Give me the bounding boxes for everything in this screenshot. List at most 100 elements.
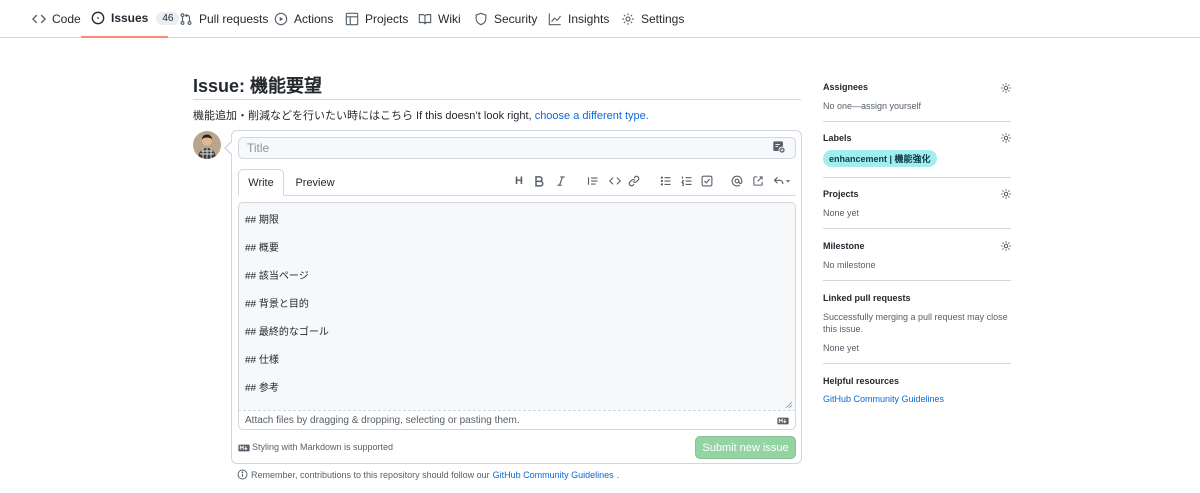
unordered-list-icon[interactable] xyxy=(659,174,673,188)
sidebar-divider xyxy=(823,363,1011,364)
shield-icon xyxy=(474,12,488,26)
play-icon xyxy=(274,12,288,26)
reply-icon[interactable] xyxy=(773,174,791,188)
helpful-resources-heading: Helpful resources xyxy=(823,376,900,386)
labels-gear-icon[interactable] xyxy=(1000,132,1012,144)
link-icon[interactable] xyxy=(627,174,641,188)
saved-replies-icon[interactable] xyxy=(772,140,786,154)
submit-new-issue-button[interactable]: Submit new issue xyxy=(695,436,796,459)
assignees-heading[interactable]: Assignees xyxy=(823,82,1011,92)
milestone-value: No milestone xyxy=(823,260,876,270)
milestone-gear-icon[interactable] xyxy=(1000,240,1012,252)
issue-opened-icon xyxy=(91,11,105,25)
avatar xyxy=(193,131,221,159)
sidebar-assignees: Assignees No one—assign yourself xyxy=(823,82,1011,112)
sidebar-linked-prs: Linked pull requests Successfully mergin… xyxy=(823,293,1011,354)
attach-files-text: Attach files by dragging & dropping, sel… xyxy=(245,415,520,426)
book-icon xyxy=(418,12,432,26)
sidebar-labels: Labels enhancement | 機能強化 xyxy=(823,133,1011,167)
graph-icon xyxy=(548,12,562,26)
tab-pull-requests[interactable]: Pull requests xyxy=(179,0,268,38)
tab-actions-label: Actions xyxy=(294,12,334,26)
sidebar-helpful-resources: Helpful resources GitHub Community Guide… xyxy=(823,376,1011,404)
attach-files-bar[interactable]: Attach files by dragging & dropping, sel… xyxy=(238,410,796,430)
linked-prs-heading: Linked pull requests xyxy=(823,293,911,303)
tab-projects[interactable]: Projects xyxy=(345,0,408,38)
reminder-text: Remember, contributions to this reposito… xyxy=(251,469,490,480)
sidebar-community-guidelines-link[interactable]: GitHub Community Guidelines xyxy=(823,394,1011,404)
tab-insights-label: Insights xyxy=(568,12,610,26)
italic-icon[interactable] xyxy=(554,174,568,188)
template-description: 機能追加・削減などを行いたい時にはこちら If this doesn’t loo… xyxy=(193,110,532,122)
linked-prs-description: Successfully merging a pull request may … xyxy=(823,312,1008,334)
mention-icon[interactable] xyxy=(730,174,744,188)
tab-settings[interactable]: Settings xyxy=(621,0,684,38)
tabs-divider xyxy=(238,195,796,196)
quote-icon[interactable] xyxy=(586,174,600,188)
sidebar-milestone: Milestone No milestone xyxy=(823,241,1011,271)
code-icon xyxy=(32,12,46,26)
projects-value: None yet xyxy=(823,208,860,218)
assignees-gear-icon[interactable] xyxy=(1000,82,1012,94)
body-line: ## 該当ページ xyxy=(245,271,309,282)
tab-preview[interactable]: Preview xyxy=(292,169,338,196)
tasklist-icon[interactable] xyxy=(700,174,714,188)
tab-write[interactable]: Write xyxy=(238,169,284,196)
issues-count-badge: 46 xyxy=(156,11,180,25)
gear-icon xyxy=(621,12,635,26)
tab-pull-requests-label: Pull requests xyxy=(199,12,269,26)
tab-actions[interactable]: Actions xyxy=(274,0,333,38)
bold-icon[interactable] xyxy=(532,174,546,188)
tab-projects-label: Projects xyxy=(365,12,409,26)
git-pull-request-icon xyxy=(179,12,193,26)
issue-title-input[interactable] xyxy=(238,137,796,159)
template-subtitle: 機能追加・削減などを行いたい時にはこちら If this doesn’t loo… xyxy=(193,107,649,123)
linked-prs-value: None yet xyxy=(823,343,860,353)
labels-heading[interactable]: Labels xyxy=(823,133,1011,143)
ordered-list-icon[interactable] xyxy=(680,174,694,188)
markdown-icon xyxy=(238,444,250,452)
title-divider xyxy=(193,99,801,100)
sidebar-divider xyxy=(823,228,1011,229)
markdown-supported-note[interactable]: Styling with Markdown is supported xyxy=(252,442,393,452)
projects-heading[interactable]: Projects xyxy=(823,189,1011,199)
sidebar-divider xyxy=(823,121,1011,122)
label-enhancement[interactable]: enhancement | 機能強化 xyxy=(823,150,937,167)
body-line: ## 背景と目的 xyxy=(245,299,309,310)
choose-different-type-link[interactable]: choose a different type. xyxy=(535,110,649,122)
new-issue-form: Write Preview H ## 期限 ## 概要 ## 該当ページ ## … xyxy=(224,130,802,464)
tab-insights[interactable]: Insights xyxy=(548,0,609,38)
assign-yourself-link[interactable]: No one—assign yourself xyxy=(823,100,1011,112)
markdown-icon xyxy=(777,417,789,425)
tab-code-label: Code xyxy=(52,12,81,26)
community-guidelines-link[interactable]: GitHub Community Guidelines xyxy=(493,470,614,480)
tab-issues[interactable]: Issues 46 xyxy=(81,0,180,38)
milestone-heading[interactable]: Milestone xyxy=(823,241,1011,251)
sidebar-divider xyxy=(823,280,1011,281)
body-line: ## 参考 xyxy=(245,383,279,394)
sidebar-divider xyxy=(823,177,1011,178)
heading-icon[interactable]: H xyxy=(512,174,526,188)
resize-handle-icon[interactable] xyxy=(785,401,793,409)
body-line: ## 最終的なゴール xyxy=(245,327,329,338)
tab-code[interactable]: Code xyxy=(32,0,81,38)
code-icon[interactable] xyxy=(608,174,622,188)
projects-gear-icon[interactable] xyxy=(1000,188,1012,200)
tab-wiki[interactable]: Wiki xyxy=(418,0,461,38)
issue-body-textarea[interactable]: ## 期限 ## 概要 ## 該当ページ ## 背景と目的 ## 最終的なゴール… xyxy=(238,202,796,411)
guidelines-reminder: Remember, contributions to this reposito… xyxy=(237,469,619,480)
body-line: ## 概要 xyxy=(245,243,279,254)
tab-security[interactable]: Security xyxy=(474,0,537,38)
cross-reference-icon[interactable] xyxy=(751,174,765,188)
repo-nav: Code Issues 46 Pull requests Actions Pro… xyxy=(0,0,1200,38)
tab-settings-label: Settings xyxy=(641,12,685,26)
info-icon xyxy=(237,469,248,480)
body-line: ## 仕様 xyxy=(245,355,279,366)
table-icon xyxy=(345,12,359,26)
tab-issues-label: Issues xyxy=(111,11,149,25)
reminder-end: . xyxy=(616,469,620,480)
tab-security-label: Security xyxy=(494,12,538,26)
body-line: ## 期限 xyxy=(245,215,279,226)
page-title: Issue: 機能要望 xyxy=(193,76,323,96)
tab-wiki-label: Wiki xyxy=(438,12,461,26)
